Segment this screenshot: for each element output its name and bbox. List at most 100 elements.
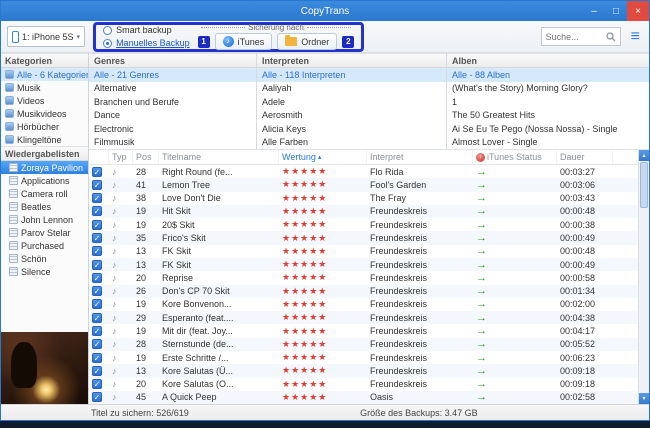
row-checkbox[interactable]: ✓ bbox=[92, 339, 102, 350]
row-checkbox[interactable]: ✓ bbox=[92, 259, 102, 270]
sidebar-item-category[interactable]: Videos bbox=[1, 94, 88, 107]
artist-item[interactable]: Alle - 118 Interpreten bbox=[257, 68, 446, 82]
track-rating[interactable]: ★★★★★ bbox=[279, 286, 367, 297]
track-row[interactable]: ✓ ♪ 13 Kore Salutas (Ü... ★★★★★ Freundes… bbox=[89, 364, 638, 378]
track-row[interactable]: ✓ ♪ 19 Kore Bonvenon... ★★★★★ Freundeskr… bbox=[89, 298, 638, 311]
scroll-down-button[interactable]: ▾ bbox=[639, 393, 649, 404]
close-button[interactable]: × bbox=[627, 1, 649, 21]
artist-item[interactable]: Aaliyah bbox=[257, 82, 446, 96]
header-dauer[interactable]: Dauer bbox=[557, 150, 613, 164]
track-row[interactable]: ✓ ♪ 35 Frico's Skit ★★★★★ Freundeskreis … bbox=[89, 231, 638, 245]
track-rating[interactable]: ★★★★★ bbox=[279, 326, 367, 337]
sidebar-item-playlist[interactable]: Purchased bbox=[1, 239, 88, 252]
row-checkbox[interactable]: ✓ bbox=[92, 219, 102, 230]
device-select[interactable]: 1: iPhone 5S ▾ bbox=[7, 26, 86, 47]
track-rating[interactable]: ★★★★★ bbox=[279, 339, 367, 350]
track-rating[interactable]: ★★★★★ bbox=[279, 246, 367, 257]
track-row[interactable]: ✓ ♪ 19 Hit Skit ★★★★★ Freundeskreis → 00… bbox=[89, 204, 638, 219]
track-rating[interactable]: ★★★★★ bbox=[279, 299, 367, 310]
track-row[interactable]: ✓ ♪ 45 A Quick Peep ★★★★★ Oasis → 00:02:… bbox=[89, 390, 638, 405]
track-row[interactable]: ✓ ♪ 19 Mit dir (feat. Joy... ★★★★★ Freun… bbox=[89, 324, 638, 337]
track-rating[interactable]: ★★★★★ bbox=[279, 206, 367, 217]
genre-item[interactable]: Electronic bbox=[89, 122, 256, 136]
album-item[interactable]: Ai Se Eu Te Pego (Nossa Nossa) - Single bbox=[447, 122, 649, 136]
sidebar-item-playlist[interactable]: Schön bbox=[1, 252, 88, 265]
sidebar-item-playlist[interactable]: Silence bbox=[1, 265, 88, 278]
track-row[interactable]: ✓ ♪ 26 Don's CP 70 Skit ★★★★★ Freundeskr… bbox=[89, 284, 638, 298]
album-item[interactable]: Almost Lover - Single bbox=[447, 136, 649, 150]
row-checkbox[interactable]: ✓ bbox=[92, 193, 102, 204]
search-input[interactable] bbox=[545, 31, 606, 42]
artist-item[interactable]: Alle Farben bbox=[257, 136, 446, 150]
header-titelname[interactable]: Titelname bbox=[159, 150, 279, 164]
row-checkbox[interactable]: ✓ bbox=[92, 166, 102, 177]
row-checkbox[interactable]: ✓ bbox=[92, 326, 102, 337]
track-rating[interactable]: ★★★★★ bbox=[279, 219, 367, 230]
track-row[interactable]: ✓ ♪ 20 Reprise ★★★★★ Freundeskreis → 00:… bbox=[89, 271, 638, 284]
track-rating[interactable]: ★★★★★ bbox=[279, 166, 367, 177]
artist-item[interactable]: Adele bbox=[257, 95, 446, 109]
track-rating[interactable]: ★★★★★ bbox=[279, 272, 367, 283]
row-checkbox[interactable]: ✓ bbox=[92, 392, 102, 403]
sidebar-item-playlist[interactable]: Beatles bbox=[1, 200, 88, 213]
track-row[interactable]: ✓ ♪ 38 Love Don't Die ★★★★★ The Fray → 0… bbox=[89, 192, 638, 205]
row-checkbox[interactable]: ✓ bbox=[92, 246, 102, 257]
header-interpret[interactable]: Interpret bbox=[367, 150, 473, 164]
row-checkbox[interactable]: ✓ bbox=[92, 206, 102, 217]
track-row[interactable]: ✓ ♪ 28 Right Round (fe... ★★★★★ Flo Rida… bbox=[89, 165, 638, 178]
smart-backup-label[interactable]: Smart backup bbox=[116, 25, 172, 35]
genre-item[interactable]: Filmmusik bbox=[89, 136, 256, 150]
menu-button[interactable]: ≡ bbox=[628, 28, 643, 45]
maximize-button[interactable]: □ bbox=[605, 1, 627, 21]
row-checkbox[interactable]: ✓ bbox=[92, 379, 102, 390]
track-rating[interactable]: ★★★★★ bbox=[279, 392, 367, 403]
track-row[interactable]: ✓ ♪ 13 FK Skit ★★★★★ Freundeskreis → 00:… bbox=[89, 245, 638, 258]
genre-item[interactable]: Dance bbox=[89, 109, 256, 123]
scroll-up-button[interactable]: ▴ bbox=[639, 150, 649, 161]
sidebar-item-playlist[interactable]: Parov Stelar bbox=[1, 226, 88, 239]
track-rating[interactable]: ★★★★★ bbox=[279, 352, 367, 363]
row-checkbox[interactable]: ✓ bbox=[92, 286, 102, 297]
row-checkbox[interactable]: ✓ bbox=[92, 272, 102, 283]
sidebar-item-category[interactable]: Klingeltöne bbox=[1, 133, 88, 146]
artist-item[interactable]: Aerosmith bbox=[257, 109, 446, 123]
album-item[interactable]: (What's the Story) Morning Glory? bbox=[447, 82, 649, 96]
track-row[interactable]: ✓ ♪ 28 Sternstunde (de... ★★★★★ Freundes… bbox=[89, 337, 638, 351]
header-checkbox-column[interactable] bbox=[89, 150, 109, 164]
vertical-scrollbar[interactable]: ▴ ▾ bbox=[638, 150, 649, 404]
manual-backup-label[interactable]: Manuelles Backup bbox=[116, 38, 190, 48]
track-rating[interactable]: ★★★★★ bbox=[279, 379, 367, 390]
scrollbar-thumb[interactable] bbox=[640, 162, 648, 208]
manual-backup-option[interactable]: Manuelles Backup bbox=[103, 38, 190, 48]
track-rating[interactable]: ★★★★★ bbox=[279, 179, 367, 190]
folder-button[interactable]: Ordner bbox=[277, 33, 338, 50]
track-rating[interactable]: ★★★★★ bbox=[279, 233, 367, 244]
album-item[interactable]: 1 bbox=[447, 95, 649, 109]
album-item[interactable]: Alle - 88 Alben bbox=[447, 68, 649, 82]
sidebar-item-category[interactable]: Alle - 6 Kategorien bbox=[1, 68, 88, 81]
sidebar-item-category[interactable]: Hörbücher bbox=[1, 120, 88, 133]
smart-backup-radio[interactable] bbox=[103, 25, 113, 35]
row-checkbox[interactable]: ✓ bbox=[92, 299, 102, 310]
manual-backup-radio[interactable] bbox=[103, 38, 113, 48]
track-rating[interactable]: ★★★★★ bbox=[279, 365, 367, 376]
track-row[interactable]: ✓ ♪ 29 Esperanto (feat.... ★★★★★ Freunde… bbox=[89, 311, 638, 325]
sidebar-item-playlist[interactable]: Zoraya Pavilion bbox=[1, 161, 88, 174]
sidebar-item-category[interactable]: Musik bbox=[1, 81, 88, 94]
genre-item[interactable]: Alle - 21 Genres bbox=[89, 68, 256, 82]
sidebar-item-playlist[interactable]: John Lennon bbox=[1, 213, 88, 226]
track-row[interactable]: ✓ ♪ 41 Lemon Tree ★★★★★ Fool's Garden → … bbox=[89, 178, 638, 192]
row-checkbox[interactable]: ✓ bbox=[92, 365, 102, 376]
itunes-button[interactable]: ♪ iTunes bbox=[214, 33, 273, 50]
header-typ[interactable]: Typ bbox=[109, 150, 133, 164]
genre-item[interactable]: Alternative bbox=[89, 82, 256, 96]
track-rating[interactable]: ★★★★★ bbox=[279, 259, 367, 270]
row-checkbox[interactable]: ✓ bbox=[92, 233, 102, 244]
titlebar[interactable]: CopyTrans – □ × bbox=[1, 1, 649, 21]
track-row[interactable]: ✓ ♪ 13 FK Skit ★★★★★ Freundeskreis → 00:… bbox=[89, 257, 638, 272]
track-rating[interactable]: ★★★★★ bbox=[279, 312, 367, 323]
header-wertung[interactable]: Wertung ▴ bbox=[279, 150, 367, 164]
track-rating[interactable]: ★★★★★ bbox=[279, 193, 367, 204]
track-row[interactable]: ✓ ♪ 19 20$ Skit ★★★★★ Freundeskreis → 00… bbox=[89, 218, 638, 231]
track-row[interactable]: ✓ ♪ 20 Kore Salutas (O... ★★★★★ Freundes… bbox=[89, 378, 638, 391]
